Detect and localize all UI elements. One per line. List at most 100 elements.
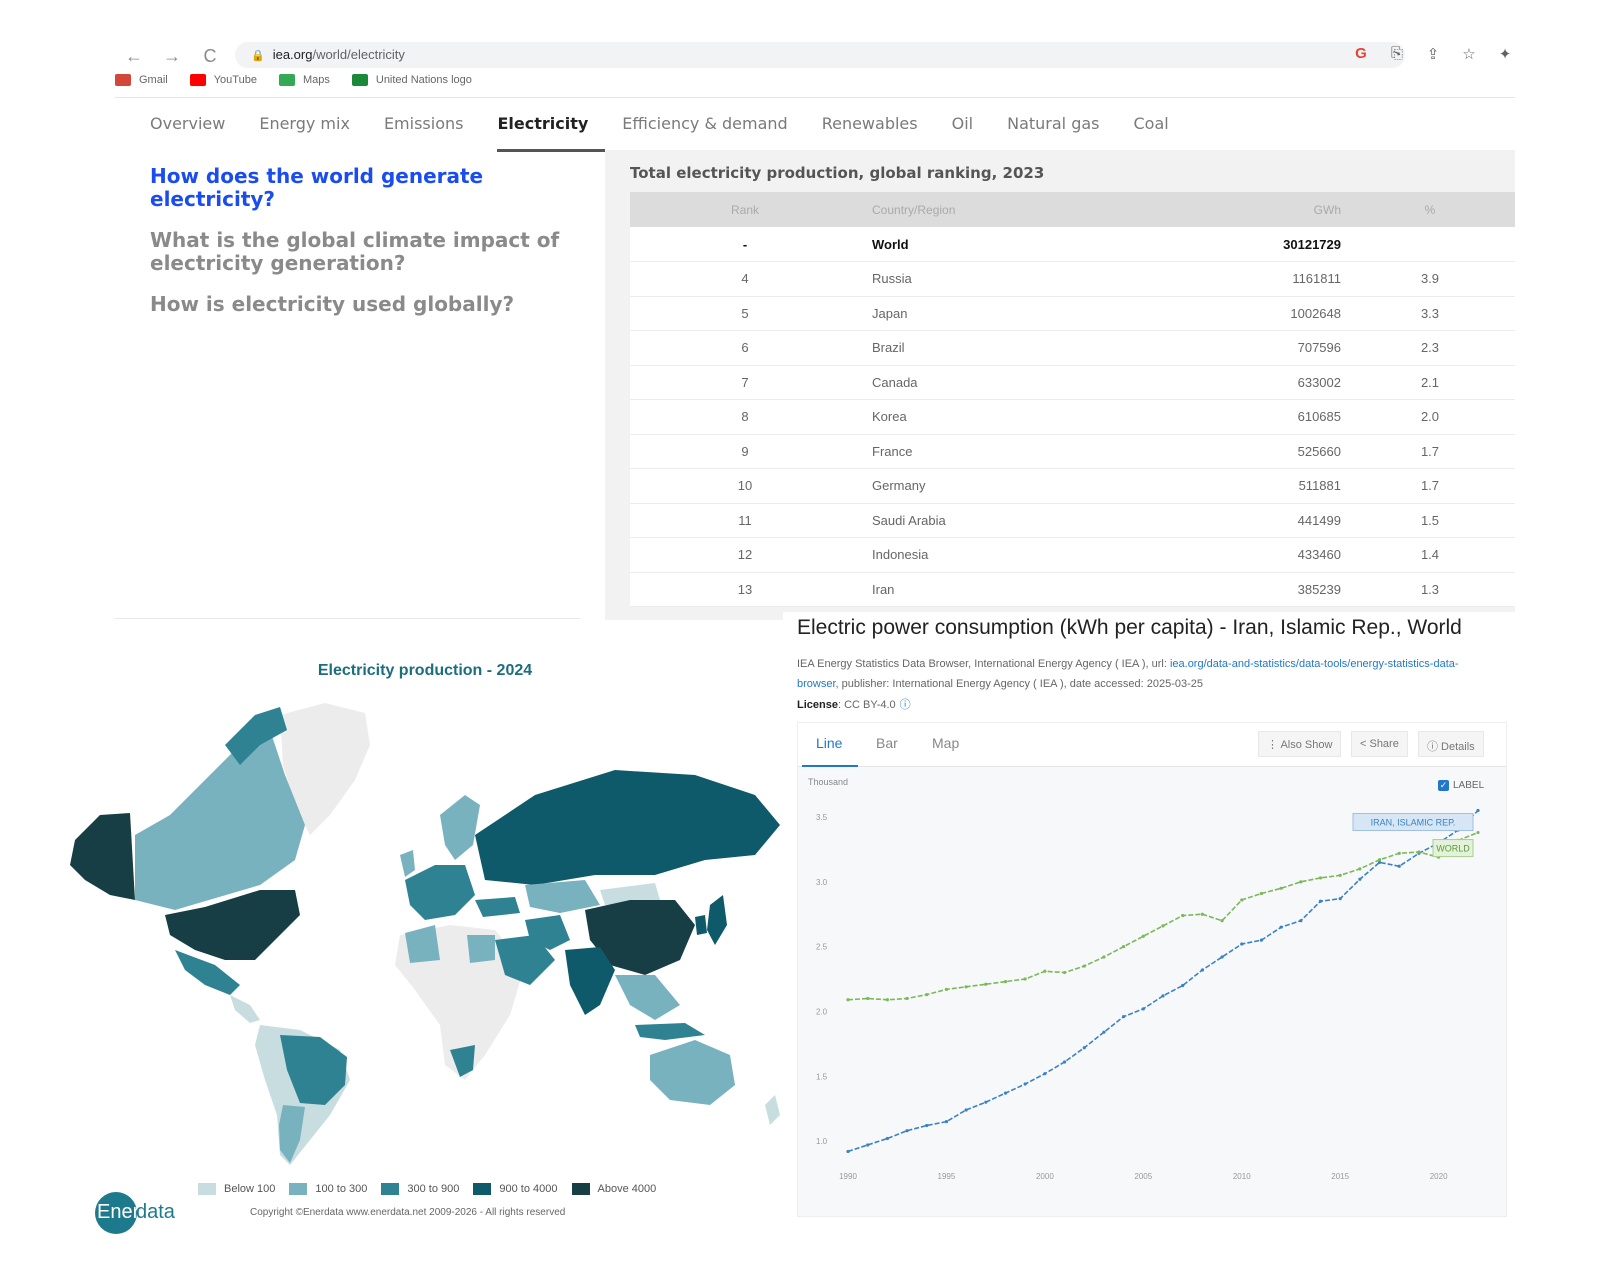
data-point [1397,851,1401,855]
tab-natural-gas[interactable]: Natural gas [1007,108,1116,152]
table-row: 11 Saudi Arabia 441499 1.5 [630,503,1515,538]
source-citation: IEA Energy Statistics Data Browser, Inte… [797,654,1497,694]
region-alaska[interactable] [70,813,135,900]
cell-percent: 1.3 [1345,572,1515,607]
tab-map[interactable]: Map [932,735,959,751]
data-point [846,998,850,1002]
header-rank[interactable]: Rank [630,192,860,227]
cell-country: Japan [860,296,1170,331]
cell-country: Indonesia [860,537,1170,573]
cell-rank: - [630,227,860,262]
forward-icon[interactable]: → [163,46,181,67]
x-tick-label: 2015 [1331,1172,1349,1181]
data-point [944,987,949,992]
region-russia[interactable] [475,770,780,885]
legend-item: 300 to 900 [381,1183,459,1195]
header-percent[interactable]: % [1345,192,1515,227]
also-show-button[interactable]: ⋮ Also Show [1258,731,1342,757]
data-point [1240,898,1244,902]
worldbank-section: Electric power consumption (kWh per capi… [783,612,1523,1267]
cell-country: France [860,434,1170,469]
question-usage[interactable]: How is electricity used globally? [150,293,580,316]
tab-oil[interactable]: Oil [952,108,990,152]
data-point [1220,955,1224,959]
bookmark-icon [351,74,368,86]
google-icon[interactable]: G [1351,45,1371,63]
data-point [1082,964,1086,968]
tab-renewables[interactable]: Renewables [822,108,935,152]
question-generation[interactable]: How does the world generate electricity? [150,165,580,211]
data-point [1220,919,1224,923]
legend-label: 100 to 300 [315,1183,368,1195]
address-bar[interactable]: 🔒 iea.org/world/electricity [235,42,1405,68]
region-north-africa[interactable] [405,925,440,963]
tab-electricity[interactable]: Electricity [497,108,606,152]
data-point [984,982,988,986]
region-central-america[interactable] [230,995,260,1023]
tab-bar[interactable]: Bar [876,735,898,751]
tab-overview[interactable]: Overview [150,108,242,152]
extensions-icon[interactable]: ✦ [1495,45,1515,63]
cell-percent: 1.7 [1345,468,1515,504]
region-scandinavia[interactable] [440,795,480,860]
cell-gwh: 511881 [1170,468,1345,504]
details-button[interactable]: ⓘ Details [1418,731,1484,757]
bookmark-item[interactable]: Maps [278,74,330,86]
data-point [1259,891,1264,896]
data-point [1318,876,1323,880]
star-icon[interactable]: ☆ [1459,45,1479,63]
label-toggle[interactable]: ✓ LABEL [1438,780,1484,791]
data-point [1240,942,1244,946]
region-indonesia[interactable] [635,1023,705,1040]
legend-swatch [473,1183,492,1195]
share-icon[interactable]: ⇪ [1423,45,1443,63]
tab-line[interactable]: Line [801,735,860,767]
region-canada[interactable] [135,730,305,910]
ranking-title: Total electricity production, global ran… [630,164,1045,182]
cell-rank: 10 [630,468,860,504]
x-tick-label: 1990 [839,1172,857,1181]
region-uk[interactable] [400,850,415,877]
reload-icon[interactable]: C [201,46,219,67]
table-row: 4 Russia 1161811 3.9 [630,261,1515,297]
region-japan[interactable] [707,895,727,945]
table-row: 8 Korea 610685 2.0 [630,399,1515,435]
region-australia[interactable] [650,1040,735,1105]
data-point [1122,1015,1126,1019]
bookmark-icon [189,74,206,86]
bookmark-item[interactable]: YouTube [189,74,257,86]
map-title: Electricity production - 2024 [317,662,533,679]
region-egypt[interactable] [467,935,495,963]
region-southeast-asia[interactable] [615,975,680,1020]
region-new-zealand[interactable] [765,1095,780,1125]
question-climate-impact[interactable]: What is the global climate impact of ele… [150,229,580,275]
share-button[interactable]: < Share [1351,731,1408,757]
cell-gwh: 525660 [1170,434,1345,469]
bookmark-item[interactable]: Gmail [115,74,168,86]
region-western-europe[interactable] [405,865,475,920]
tab-coal[interactable]: Coal [1134,108,1186,152]
cell-country: Russia [860,261,1170,297]
data-point [1200,912,1204,916]
cell-gwh: 1002648 [1170,296,1345,331]
back-icon[interactable]: ← [125,46,143,67]
bookmark-item[interactable]: United Nations logo [351,74,472,86]
source-prefix: IEA Energy Statistics Data Browser, Inte… [797,658,1170,670]
tab-efficiency-demand[interactable]: Efficiency & demand [622,108,804,152]
legend-item: 100 to 300 [289,1183,367,1195]
header-country[interactable]: Country/Region [860,192,1170,227]
tab-emissions[interactable]: Emissions [384,108,481,152]
region-kazakhstan[interactable] [525,880,600,913]
tab-energy-mix[interactable]: Energy mix [259,108,367,152]
cell-percent: 1.7 [1345,434,1515,469]
info-icon[interactable]: ⓘ [900,699,911,711]
translate-icon[interactable]: ⎘ [1387,45,1407,63]
data-point [964,1108,968,1112]
header-gwh[interactable]: GWh [1170,192,1345,227]
cell-gwh: 610685 [1170,399,1345,435]
checkbox-icon[interactable]: ✓ [1438,780,1449,791]
region-turkey[interactable] [475,897,520,917]
region-korea[interactable] [695,915,707,935]
data-point [1318,899,1323,903]
series-label-world: WORLD [1436,844,1470,854]
